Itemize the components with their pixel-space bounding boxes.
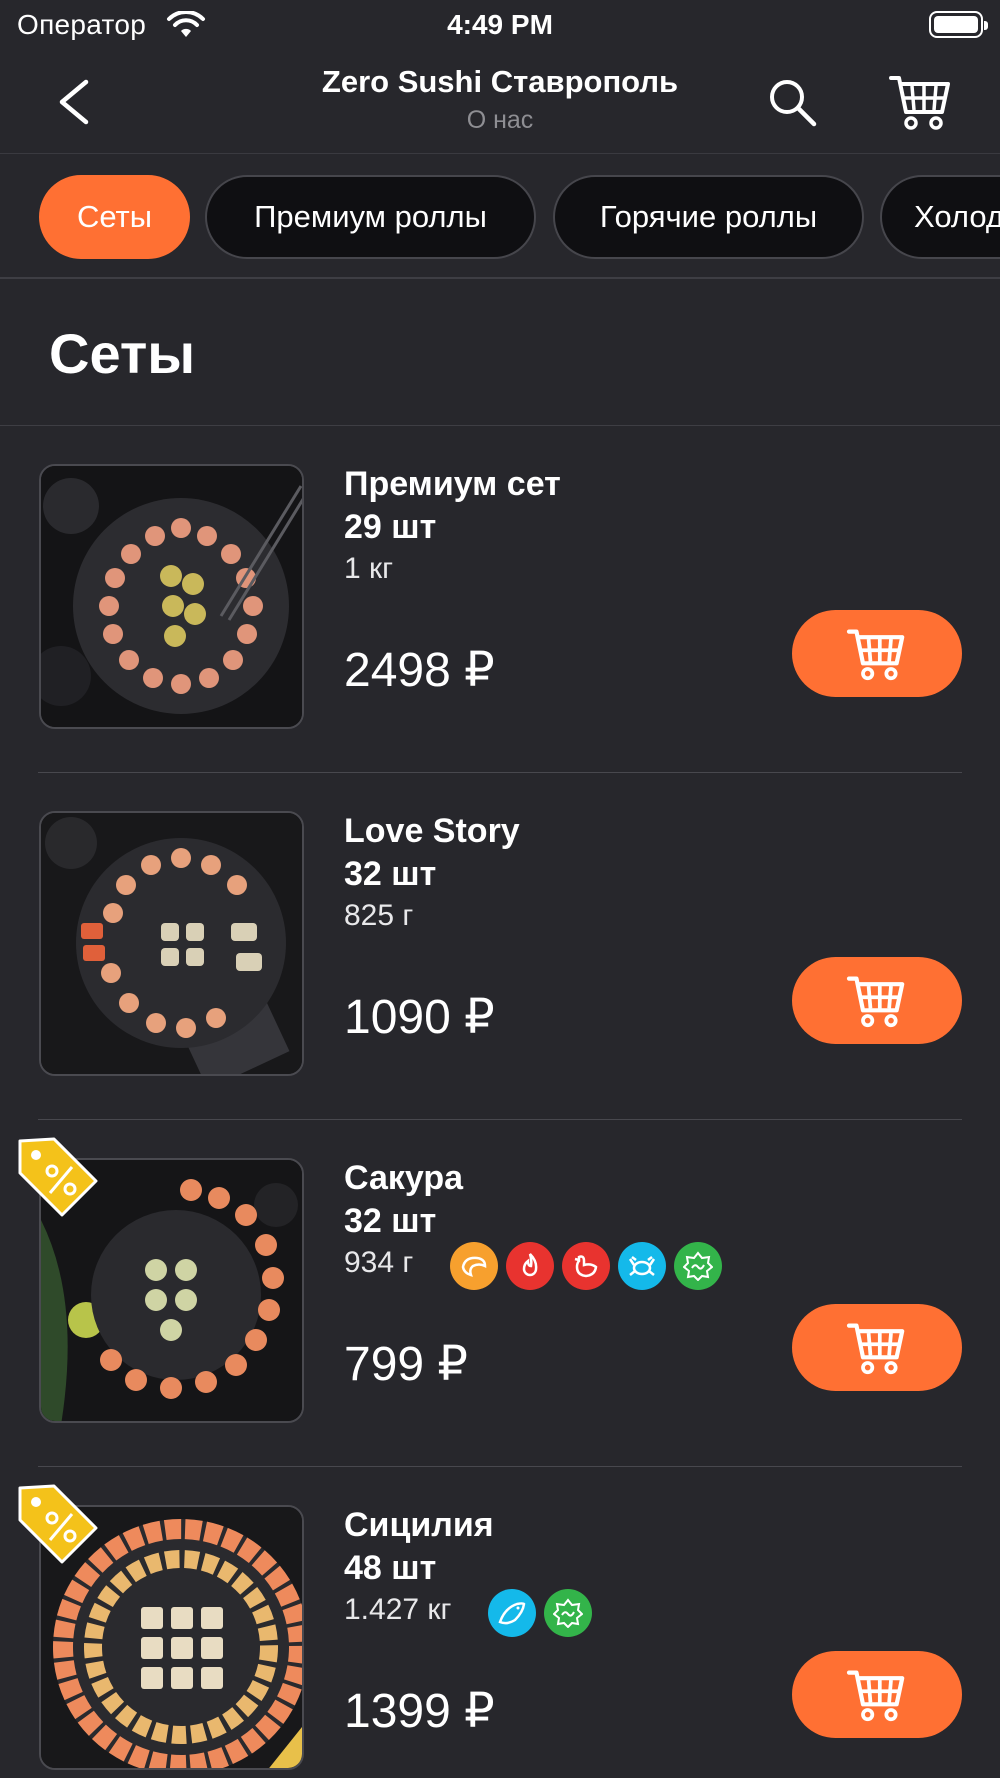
- cart-icon[interactable]: [888, 72, 954, 132]
- product-price: 1090 ₽: [344, 991, 495, 1044]
- restaurant-title: Zero Sushi Ставрополь: [321, 64, 679, 99]
- about-link[interactable]: О нас: [220, 106, 780, 135]
- cart-icon: [846, 1670, 905, 1722]
- product-image[interactable]: [39, 464, 304, 729]
- tab-hot-rolls[interactable]: Горячие роллы: [553, 175, 864, 259]
- product-price: 799 ₽: [344, 1338, 468, 1391]
- divider: [38, 1119, 962, 1120]
- spicy-fire-icon: [506, 1242, 554, 1290]
- app-screen: Оператор 4:49 PM Zero Sushi Ставрополь О…: [0, 0, 1000, 1778]
- product-image[interactable]: [39, 811, 304, 1076]
- chicken-icon: [562, 1242, 610, 1290]
- divider: [38, 1466, 962, 1467]
- navigation-bar: Zero Sushi Ставрополь О нас: [0, 50, 1000, 154]
- cart-icon: [846, 629, 905, 681]
- product-name: Премиум сет 29 шт: [344, 465, 561, 546]
- tab-premium-rolls[interactable]: Премиум роллы: [205, 175, 536, 259]
- battery-icon: [929, 11, 988, 38]
- fish-icon: [488, 1589, 536, 1637]
- product-name: Сицилия 48 шт: [344, 1506, 494, 1587]
- tab-cold-rolls[interactable]: Холодные роллы: [880, 175, 1000, 259]
- product-weight: 1 кг: [344, 552, 394, 585]
- add-to-cart-button[interactable]: [792, 1304, 962, 1391]
- back-button[interactable]: [52, 74, 102, 130]
- product-card[interactable]: Сакура 32 шт 934 г 799 ₽: [0, 1121, 1000, 1468]
- halal-icon: [544, 1589, 592, 1637]
- product-price: 2498 ₽: [344, 644, 495, 697]
- category-tabs[interactable]: Сеты Премиум роллы Горячие роллы Холодны…: [0, 155, 1000, 279]
- section-header: Сеты: [0, 281, 1000, 426]
- section-title: Сеты: [49, 322, 196, 385]
- product-weight: 934 г: [344, 1246, 414, 1279]
- product-card[interactable]: Сицилия 48 шт 1.427 кг 1399 ₽: [0, 1468, 1000, 1778]
- product-weight: 825 г: [344, 899, 414, 932]
- product-name: Сакура 32 шт: [344, 1159, 464, 1240]
- search-icon[interactable]: [764, 74, 820, 130]
- product-name: Love Story 32 шт: [344, 812, 520, 893]
- add-to-cart-button[interactable]: [792, 957, 962, 1044]
- discount-tag-icon: [18, 1137, 98, 1217]
- product-card[interactable]: Love Story 32 шт 825 г 1090 ₽: [0, 774, 1000, 1121]
- status-bar: Оператор 4:49 PM: [0, 0, 1000, 50]
- add-to-cart-button[interactable]: [792, 1651, 962, 1738]
- halal-icon: [674, 1242, 722, 1290]
- divider: [38, 772, 962, 773]
- product-card[interactable]: Премиум сет 29 шт 1 кг 2498 ₽: [0, 427, 1000, 774]
- add-to-cart-button[interactable]: [792, 610, 962, 697]
- discount-tag-icon: [18, 1484, 98, 1564]
- product-price: 1399 ₽: [344, 1685, 495, 1738]
- tab-sets[interactable]: Сеты: [39, 175, 190, 259]
- clock: 4:49 PM: [447, 9, 553, 40]
- cart-icon: [846, 1323, 905, 1375]
- nav-title-block[interactable]: Zero Sushi Ставрополь О нас: [220, 64, 780, 135]
- shrimp-icon: [450, 1242, 498, 1290]
- cart-icon: [846, 976, 905, 1028]
- crab-icon: [618, 1242, 666, 1290]
- product-weight: 1.427 кг: [344, 1593, 452, 1626]
